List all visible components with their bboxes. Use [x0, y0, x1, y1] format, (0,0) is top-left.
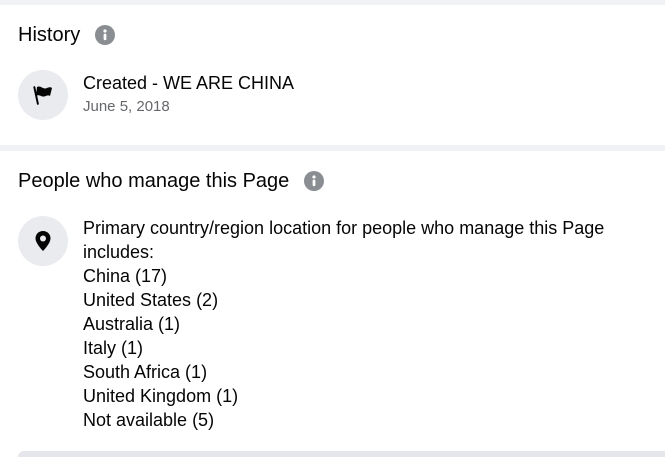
page-managers-card: People who manage this Page Primary coun…: [0, 151, 665, 457]
history-entry-title: Created - WE ARE CHINA: [83, 73, 295, 93]
flag-icon: [33, 86, 52, 105]
country-list-item: United Kingdom (1): [83, 386, 239, 406]
country-list-item: United States (2): [83, 290, 219, 310]
country-list-item: South Africa (1): [83, 362, 208, 382]
managers-location-info: Primary country/region location for peop…: [83, 216, 658, 432]
history-entry-icon-container: [18, 70, 68, 120]
location-pin-icon: [35, 231, 51, 251]
managers-section-header: People who manage this Page: [18, 169, 325, 193]
info-icon[interactable]: [95, 25, 116, 45]
managers-intro: Primary country/region location for peop…: [83, 218, 605, 262]
managers-entry-icon-container: [18, 216, 68, 266]
history-section-header: History: [18, 23, 116, 47]
info-icon[interactable]: [304, 171, 325, 191]
history-entry-date: June 5, 2018: [83, 98, 170, 115]
history-card: History Created - WE ARE CHINA June 5, 2…: [0, 5, 665, 145]
country-list-item: Not available (5): [83, 410, 215, 430]
managers-title: People who manage this Page: [18, 170, 290, 192]
country-list-item: China (17): [83, 266, 168, 286]
country-list-item: Italy (1): [83, 338, 144, 358]
next-card-edge: [18, 451, 665, 457]
history-title: History: [18, 24, 81, 46]
country-list-item: Australia (1): [83, 314, 181, 334]
history-entry: Created - WE ARE CHINA June 5, 2018: [83, 72, 294, 117]
country-list: China (17) United States (2) Australia (…: [83, 264, 658, 432]
